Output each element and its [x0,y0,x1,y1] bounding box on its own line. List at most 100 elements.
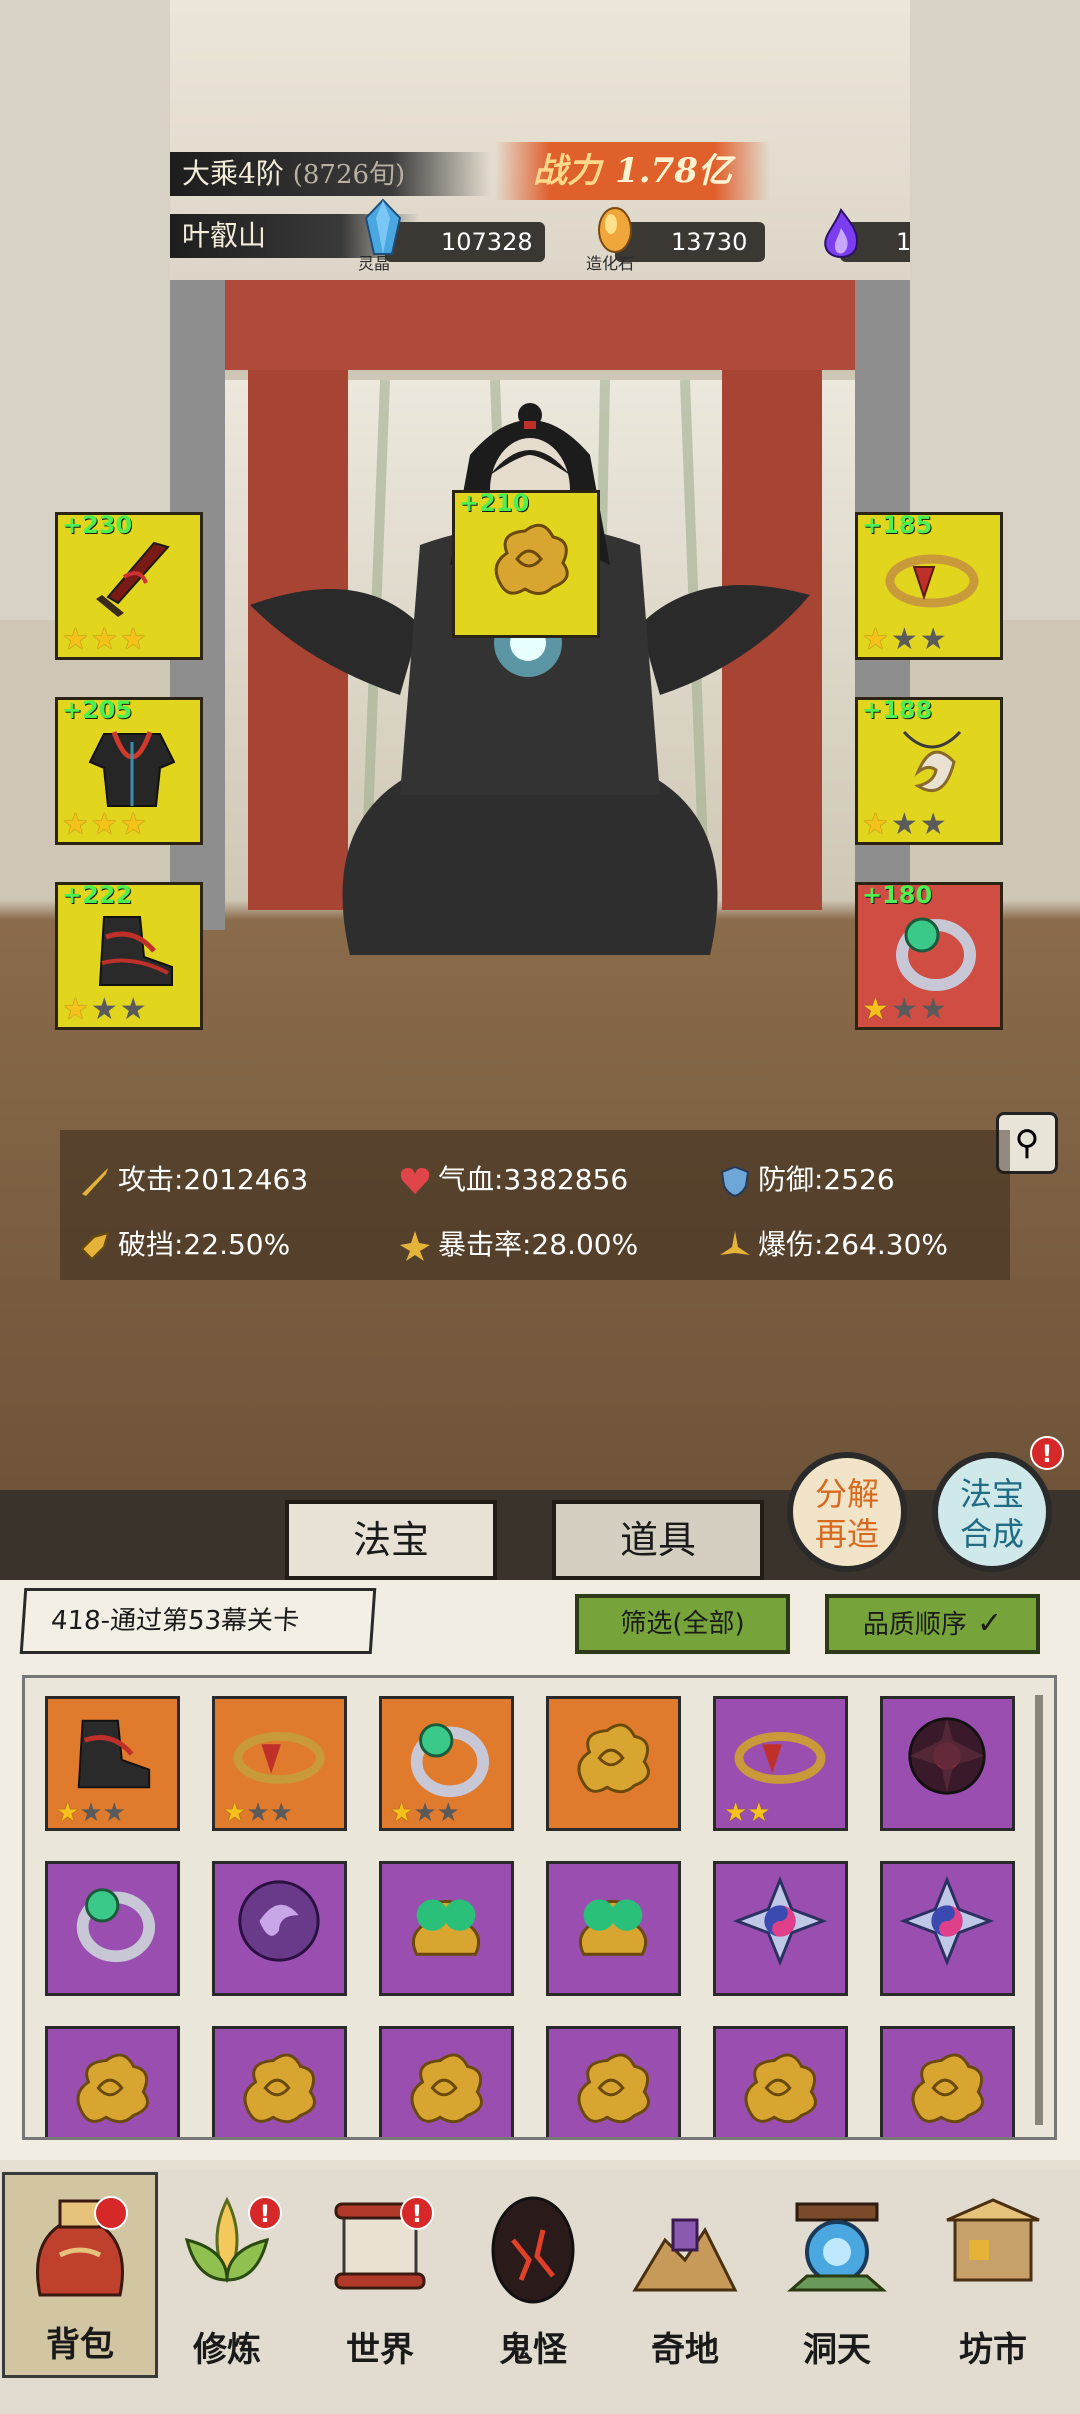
demon-egg-icon [491,2196,575,2304]
inventory-item[interactable]: ★★★ [212,1696,347,1831]
tab-daoju[interactable]: 道具 [552,1500,764,1580]
golden-cloud-icon [243,2053,316,2124]
inventory-scrollbar[interactable] [1035,1695,1043,2125]
nav-market[interactable]: 坊市 [918,2180,1068,2380]
inventory-item[interactable] [379,1861,514,1996]
shield-icon [720,1165,750,1198]
equip-slot-armor[interactable]: +205 ★★★ [55,696,203,845]
equip-slot-necklace[interactable]: +188 ★★★ [855,696,1003,845]
combat-power-banner: 战力 1.78亿 [495,142,770,200]
stat-pierce: 破挡:22.50% [78,1225,290,1265]
resource-zaohuashi-name: 造化石 [586,254,635,273]
resource-lingjing: 107328 [385,222,545,262]
golden-stone-icon [598,207,632,253]
inventory-item[interactable] [379,2026,514,2137]
nav-world-badge: ! [400,2196,434,2230]
inventory-item[interactable]: ★★ [713,1696,848,1831]
equip-slot-artifact[interactable]: +210 [452,489,600,638]
magnifier-icon: ⚲ [1014,1123,1040,1163]
taiji-star-icon [899,1876,995,1966]
inventory-item[interactable] [880,1861,1015,1996]
inventory-item[interactable] [45,2026,180,2137]
golden-cloud-icon [577,2053,650,2124]
taiji-star-icon [732,1876,828,1966]
crit-damage-icon [720,1231,750,1255]
equip-bonus: +210 [459,489,530,517]
nav-market-label: 坊市 [959,2330,1027,2370]
star-rating: ★★ [724,1798,771,1828]
golden-cloud-icon [577,1723,650,1794]
stat-pierce-value: 破挡:22.50% [118,1228,291,1261]
stat-crit-damage-value: 爆伤:264.30% [758,1228,949,1261]
inventory-item[interactable] [546,2026,681,2137]
nav-mystic-land[interactable]: 奇地 [610,2180,760,2380]
inventory-item[interactable] [713,2026,848,2137]
star-rating: ★★★ [62,622,149,657]
tabs-bar [0,1490,1080,1580]
synthesis-label-line1: 法宝 [959,1475,1024,1513]
nav-ghost-label: 鬼怪 [499,2330,567,2370]
stat-defense-value: 防御:2526 [758,1163,895,1196]
inventory-item[interactable] [713,1861,848,1996]
jade-gourd-icon [411,1899,481,1956]
purple-flame-icon [824,208,858,258]
artifact-synthesis-button[interactable]: 法宝 合成 [932,1452,1052,1572]
sort-dropdown[interactable]: 品质顺序 ✓ [825,1594,1040,1654]
disassemble-rebuild-button[interactable]: 分解 再造 [787,1452,907,1572]
stat-hp: 气血:3382856 [398,1160,628,1200]
inventory-item[interactable] [45,1861,180,1996]
meditating-cultivator-icon [250,403,810,955]
combat-power-value: 1.78亿 [615,151,732,191]
filter-button[interactable]: 筛选(全部) [575,1594,790,1654]
stat-crit-rate-value: 暴击率:28.00% [438,1228,639,1261]
tab-fabao[interactable]: 法宝 [285,1500,497,1580]
golden-cloud-icon [744,2053,817,2124]
star-rating: ★★★ [862,992,949,1027]
sort-label: 品质顺序 [862,1610,967,1640]
bag-icon [36,2199,124,2297]
inventory-item[interactable]: ★★★ [379,1696,514,1831]
stat-hp-value: 气血:3382856 [438,1163,629,1196]
equip-bonus: +185 [862,511,933,539]
equip-slot-ring[interactable]: +180 ★★★ [855,881,1003,1030]
combat-power-label: 战力 [533,151,602,191]
sword-stat-icon [82,1168,108,1196]
inventory-item[interactable] [546,1696,681,1831]
nav-ghost[interactable]: 鬼怪 [458,2180,608,2380]
inventory-grid: ★★★ ★★★ ★★★ ★★ [22,1675,1057,2140]
synthesis-label-line2: 合成 [959,1515,1024,1553]
star-rating: ★★★ [862,622,949,657]
equip-bonus: +230 [62,511,133,539]
inventory-item[interactable] [880,2026,1015,2137]
equip-slot-headband[interactable]: +185 ★★★ [855,511,1003,660]
equip-bonus: +222 [62,881,133,909]
stat-crit-rate: 暴击率:28.00% [398,1225,638,1265]
inventory-item[interactable]: ★★★ [45,1696,180,1831]
nav-bag[interactable]: 背包 [2,2172,158,2378]
portal-icon [787,2202,887,2292]
inventory-item[interactable] [880,1696,1015,1831]
ring-icon [410,1723,490,1798]
inventory-item[interactable] [212,2026,347,2137]
equip-bonus: +188 [862,696,933,724]
inventory-item[interactable] [546,1861,681,1996]
inventory-item[interactable] [212,1861,347,1996]
blue-crystal-icon [364,198,402,255]
nav-grotto[interactable]: 洞天 [762,2180,912,2380]
star-rating: ★★★ [62,992,149,1027]
boots-icon [98,916,173,986]
disassemble-label-line1: 分解 [814,1475,879,1513]
equip-slot-weapon[interactable]: +230 ★★★ [55,511,203,660]
headband-icon [734,1732,826,1784]
nav-bag-badge [94,2196,128,2230]
market-stall-icon [946,2198,1040,2282]
star-rating: ★★★ [390,1798,460,1828]
stat-crit-damage: 爆伤:264.30% [718,1225,948,1265]
nav-cultivate-label: 修炼 [193,2330,261,2370]
equip-slot-boots[interactable]: +222 ★★★ [55,881,203,1030]
star-rating: ★★★ [56,1798,126,1828]
dark-wheel-icon [908,1717,986,1795]
quest-tracker[interactable]: 418-通过第53幕关卡 [19,1588,377,1654]
headband-icon [885,554,979,608]
ring-icon [896,917,976,991]
